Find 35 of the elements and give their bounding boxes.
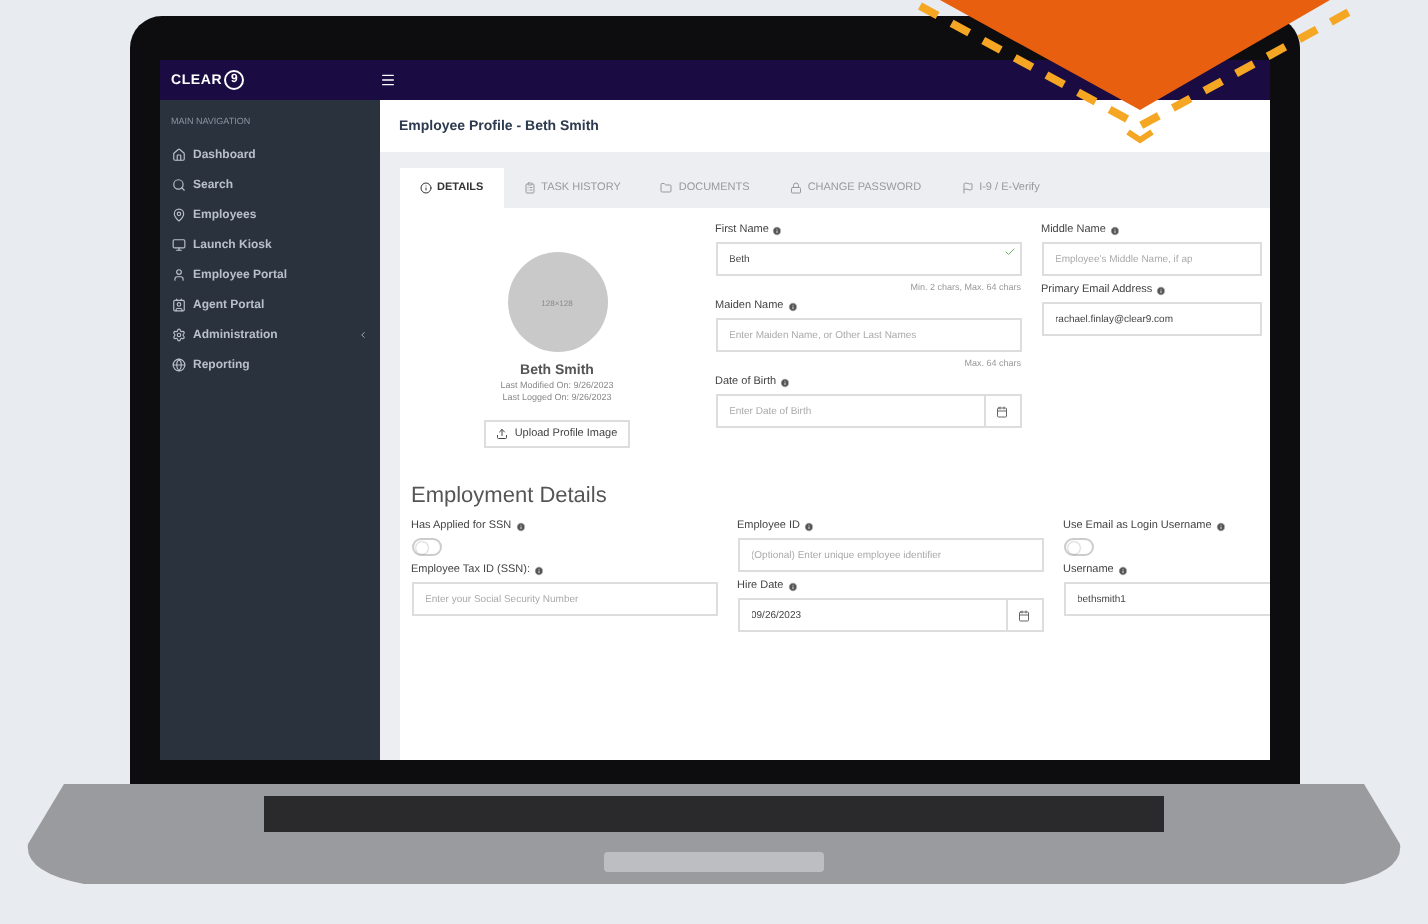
info-icon xyxy=(787,581,798,591)
nav-icon xyxy=(171,268,185,282)
tab-icon xyxy=(961,182,974,194)
nav-icon xyxy=(171,298,185,312)
section-heading: Employment Details xyxy=(409,482,609,512)
calendar-button[interactable] xyxy=(1007,598,1043,632)
calendar-icon xyxy=(996,405,1008,417)
chevron-icon xyxy=(357,330,367,340)
toggle-switch[interactable] xyxy=(411,538,441,556)
nav-icon xyxy=(171,238,185,252)
check-icon xyxy=(1003,246,1015,258)
info-icon xyxy=(780,377,791,387)
info-icon xyxy=(1117,565,1128,575)
nav-icon xyxy=(171,148,185,162)
info-icon xyxy=(787,301,798,311)
nav-icon xyxy=(171,178,185,192)
info-icon xyxy=(515,521,526,531)
nav-icon xyxy=(171,328,185,342)
info-icon xyxy=(772,225,783,235)
tab-icon xyxy=(660,182,673,194)
info-icon xyxy=(1156,285,1167,295)
upload-icon xyxy=(496,428,509,440)
info-icon xyxy=(804,521,814,531)
calendar-icon xyxy=(1018,609,1030,621)
calendar-button[interactable] xyxy=(985,394,1021,428)
toggle-switch[interactable] xyxy=(1063,538,1093,556)
tab-icon xyxy=(419,182,431,194)
tab-icon xyxy=(789,182,802,194)
nav-icon xyxy=(171,358,185,372)
info-icon xyxy=(1109,225,1120,235)
menu-icon[interactable] xyxy=(379,72,395,88)
tab-icon xyxy=(523,182,536,194)
info-icon xyxy=(1215,521,1226,531)
info-icon xyxy=(534,565,545,575)
nav-icon xyxy=(171,208,185,222)
